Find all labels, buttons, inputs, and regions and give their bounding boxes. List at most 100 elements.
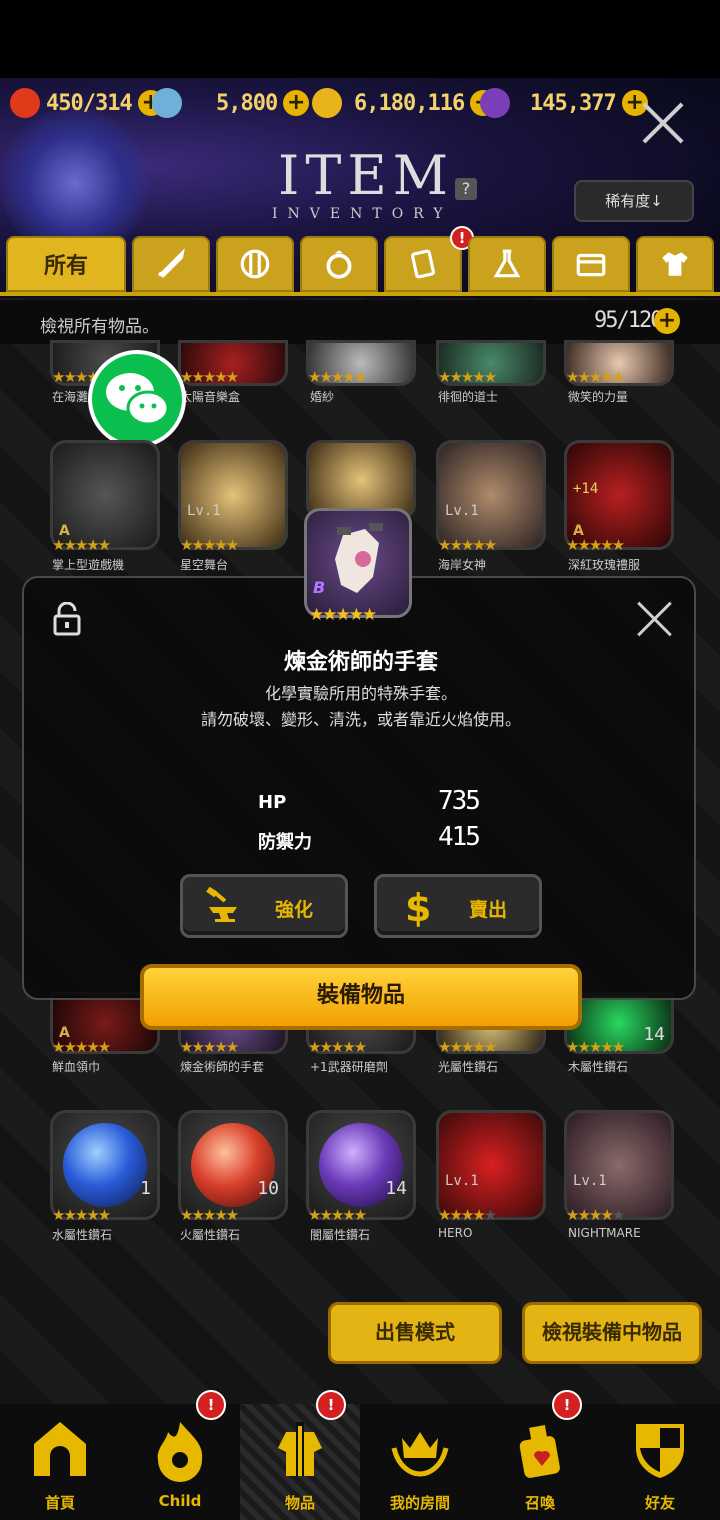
item-level: Lv.1 <box>187 503 221 519</box>
svg-text:$: $ <box>405 887 431 927</box>
wechat-float-icon[interactable] <box>88 350 186 448</box>
close-icon[interactable] <box>640 100 686 146</box>
expand-inventory-button[interactable]: + <box>654 308 680 334</box>
nav-items[interactable]: ! 物品 <box>240 1390 360 1520</box>
nav-home[interactable]: 首頁 <box>0 1404 120 1520</box>
close-detail-icon[interactable] <box>636 600 674 638</box>
resource-coins: 6,180,116 + <box>312 86 497 120</box>
nav-summon[interactable]: ! 召喚 <box>480 1390 600 1520</box>
stat-hp-value: 735 <box>438 786 481 816</box>
inventory-screen: 450/314 + 5,800 + 6,180,116 + 145,377 + … <box>0 78 720 1520</box>
bottom-navigation: 首頁 ! Child ! 物品 我的房間 ! 召喚 好友 <box>0 1390 720 1520</box>
item-name: 火屬性鑽石 <box>180 1228 241 1242</box>
item-name: 煉金術師的手套 <box>180 1060 265 1074</box>
card-icon <box>411 249 435 279</box>
friends-shield-icon <box>636 1424 684 1478</box>
item-name: HERO <box>438 1226 473 1240</box>
gems-value: 145,377 <box>530 90 617 116</box>
item-name: +1武器研磨劑 <box>310 1060 388 1074</box>
crown-icon <box>391 1432 449 1477</box>
flask-icon <box>493 249 521 278</box>
star-rating: ★★★★★ <box>438 536 497 554</box>
stat-hp-label: HP <box>258 792 287 813</box>
item-card[interactable]: A <box>50 440 160 550</box>
item-name: 闇屬性鑽石 <box>310 1228 371 1242</box>
flame-icon <box>157 1422 203 1482</box>
tab-all[interactable]: 所有 <box>6 236 126 292</box>
star-rating: ★★★★★ <box>438 1206 497 1224</box>
sword-icon <box>157 248 185 278</box>
tab-all-label: 所有 <box>43 254 88 279</box>
star-rating: ★★★★★ <box>180 536 239 554</box>
tab-cards[interactable]: ! <box>384 226 474 292</box>
nav-items-label: 物品 <box>284 1494 315 1512</box>
sort-button[interactable]: 稀有度↓ <box>574 180 694 222</box>
sell-mode-button[interactable]: 出售模式 <box>328 1302 502 1364</box>
list-title: 檢視所有物品。 <box>40 317 159 337</box>
sell-button[interactable]: $ 賣出 <box>374 874 542 938</box>
item-detail-rank: B <box>313 578 326 597</box>
ring-icon <box>326 250 352 279</box>
sell-label: 賣出 <box>469 899 508 921</box>
item-plus: +14 <box>573 481 599 497</box>
item-name: 太陽音樂盒 <box>180 390 241 404</box>
item-name: 水屬性鑽石 <box>52 1228 113 1242</box>
tab-accessory[interactable] <box>300 236 378 292</box>
item-card[interactable]: Lv.1 <box>436 440 546 550</box>
star-rating: ★★★★★ <box>566 1206 625 1224</box>
item-detail-thumbnail: B ★★★★★ <box>304 508 412 625</box>
nav-my-room[interactable]: 我的房間 <box>360 1404 480 1520</box>
nav-items-badge: ! <box>316 1390 346 1420</box>
item-detail-name: 煉金術師的手套 <box>283 650 438 675</box>
stat-defense-value: 415 <box>438 822 481 852</box>
tab-costume[interactable] <box>636 236 714 292</box>
item-name: NIGHTMARE <box>568 1226 641 1240</box>
anvil-hammer-icon <box>206 887 237 922</box>
inventory-count: 95/120 <box>594 308 663 333</box>
resource-gems: 145,377 + <box>480 86 648 120</box>
item-level: Lv.1 <box>445 1173 479 1189</box>
enhance-label: 強化 <box>275 899 314 921</box>
tab-consumables[interactable] <box>468 236 546 292</box>
equip-item-button[interactable]: 裝備物品 <box>140 964 582 1030</box>
item-card[interactable]: 1 <box>50 1110 160 1220</box>
item-card[interactable]: 14 <box>306 1110 416 1220</box>
nav-friends[interactable]: 好友 <box>600 1404 720 1520</box>
nav-my-room-label: 我的房間 <box>389 1494 450 1512</box>
nav-summon-badge: ! <box>552 1390 582 1420</box>
star-rating: ★★★★★ <box>438 368 497 386</box>
star-rating: ★★★★★ <box>52 1206 111 1224</box>
nav-child[interactable]: ! Child <box>120 1390 240 1520</box>
hearts-value: 450/314 <box>46 90 133 116</box>
item-card[interactable]: Lv.1 <box>564 1110 674 1220</box>
nav-child-label: Child <box>158 1492 202 1510</box>
star-rating: ★★★★★ <box>180 1038 239 1056</box>
star-rating: ★★★★★ <box>308 1038 367 1056</box>
item-quantity: 1 <box>140 1178 151 1199</box>
star-rating: ★★★★★ <box>308 1206 367 1224</box>
dollar-icon: $ <box>405 887 431 927</box>
wallet-icon <box>576 253 606 277</box>
help-icon[interactable]: ? <box>455 178 477 200</box>
add-crystals-button[interactable]: + <box>283 90 310 116</box>
item-card[interactable]: Lv.1 <box>178 440 288 550</box>
nav-friends-label: 好友 <box>644 1494 675 1512</box>
coin-icon <box>312 88 342 118</box>
enhance-button[interactable]: 強化 <box>180 874 348 938</box>
category-tabs: 所有 ! <box>0 226 720 296</box>
item-card[interactable]: Lv.1 <box>436 1110 546 1220</box>
star-rating: ★★★★★ <box>438 1038 497 1056</box>
star-rating: ★★★★★ <box>566 1038 625 1056</box>
item-level: Lv.1 <box>445 503 479 519</box>
item-card[interactable]: +14 A <box>564 440 674 550</box>
view-equipped-button[interactable]: 檢視裝備中物品 <box>522 1302 702 1364</box>
tab-wallet[interactable] <box>552 236 630 292</box>
item-name: 木屬性鑽石 <box>568 1060 629 1074</box>
tab-weapon[interactable] <box>132 236 210 292</box>
water-diamond-icon <box>63 1123 147 1207</box>
unlock-icon[interactable] <box>52 602 82 636</box>
item-card[interactable]: 10 <box>178 1110 288 1220</box>
tab-armor[interactable] <box>216 236 294 292</box>
star-rating: ★★★★★ <box>566 536 625 554</box>
item-name: 深紅玫瑰禮服 <box>568 558 641 572</box>
